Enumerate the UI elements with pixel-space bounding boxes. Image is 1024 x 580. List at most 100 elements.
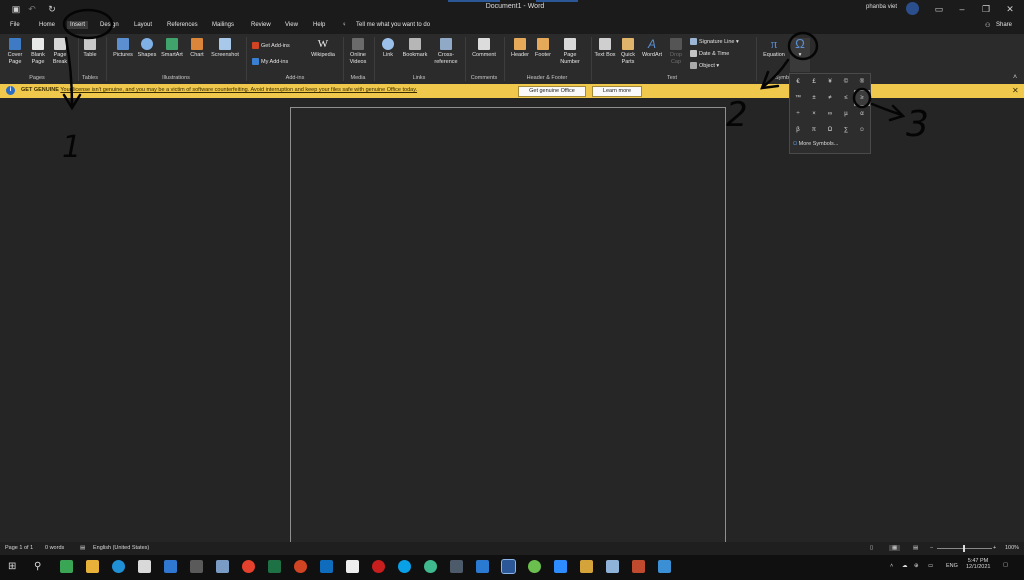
undo-icon[interactable]: ↶ <box>27 4 37 14</box>
tab-references[interactable]: References <box>167 22 198 28</box>
symbol-alpha[interactable]: α <box>855 107 869 121</box>
word-count[interactable]: 0 words <box>45 545 64 551</box>
tab-insert[interactable]: Insert <box>67 21 89 29</box>
page-number-button[interactable]: Page Number <box>555 38 585 66</box>
app-icon[interactable] <box>658 560 671 573</box>
ribbon-display-icon[interactable]: ▭ <box>929 2 949 16</box>
tab-mailings[interactable]: Mailings <box>212 22 234 28</box>
app-icon[interactable] <box>632 560 645 573</box>
symbol-beta[interactable]: β <box>791 123 805 137</box>
vscode-icon[interactable] <box>476 560 489 573</box>
symbol-micro[interactable]: µ <box>839 107 853 121</box>
user-name[interactable]: phanba viet <box>866 4 897 10</box>
app-icon[interactable] <box>190 560 203 573</box>
blank-page-button[interactable]: Blank Page <box>28 38 48 66</box>
footer-button[interactable]: Footer <box>532 38 554 59</box>
symbol-trademark[interactable]: ™ <box>791 91 805 105</box>
shapes-button[interactable]: Shapes <box>136 38 158 59</box>
equation-button[interactable]: π Equation <box>760 37 788 59</box>
drop-cap-button[interactable]: Drop Cap <box>666 38 686 66</box>
symbol-smiley[interactable]: ☺ <box>855 123 869 137</box>
page-break-button[interactable]: Page Break <box>50 38 70 66</box>
symbol-registered[interactable]: ® <box>855 75 869 89</box>
record-icon[interactable] <box>372 560 385 573</box>
tab-review[interactable]: Review <box>251 22 271 28</box>
object-button[interactable]: Object ▾ <box>690 62 719 69</box>
app-icon[interactable] <box>580 560 593 573</box>
symbol-divide[interactable]: ÷ <box>791 107 805 121</box>
banner-message[interactable]: Your license isn't genuine, and you may … <box>60 87 417 93</box>
cross-reference-button[interactable]: Cross-reference <box>431 38 461 66</box>
excel-icon[interactable] <box>268 560 281 573</box>
tray-overflow-icon[interactable]: ˄ <box>890 563 893 569</box>
read-mode-icon[interactable]: ▯ <box>870 545 873 551</box>
web-layout-icon[interactable]: ▤ <box>913 545 918 551</box>
comment-button[interactable]: Comment <box>468 38 500 59</box>
close-button[interactable]: ✕ <box>1000 2 1020 16</box>
quick-parts-button[interactable]: Quick Parts <box>617 38 639 66</box>
minimize-button[interactable]: – <box>952 2 972 16</box>
learn-more-button[interactable]: Learn more <box>592 86 642 97</box>
wordart-button[interactable]: A WordArt <box>639 38 665 59</box>
zoom-icon[interactable] <box>554 560 567 573</box>
powerpoint-icon[interactable] <box>294 560 307 573</box>
start-icon[interactable]: ⊞ <box>8 561 16 572</box>
input-language[interactable]: ENG <box>946 563 958 569</box>
edge-icon[interactable] <box>112 560 125 573</box>
app-icon[interactable] <box>346 560 359 573</box>
my-addins-button[interactable]: My Add-ins <box>252 58 288 65</box>
save-icon[interactable]: ▣ <box>11 4 21 14</box>
zoom-slider-thumb[interactable] <box>963 545 965 552</box>
search-icon[interactable]: ⚲ <box>34 561 41 572</box>
tab-view[interactable]: View <box>285 22 298 28</box>
signature-line-button[interactable]: Signature Line ▾ <box>690 38 739 45</box>
restore-button[interactable]: ❐ <box>976 2 996 16</box>
tab-home[interactable]: Home <box>39 22 55 28</box>
wikipedia-button[interactable]: W Wikipedia <box>306 38 340 59</box>
symbol-pi[interactable]: π <box>807 123 821 137</box>
symbol-pound[interactable]: £ <box>807 75 821 89</box>
zoom-level[interactable]: 100% <box>1005 545 1019 551</box>
link-button[interactable]: Link <box>378 38 398 59</box>
word-icon[interactable] <box>501 559 516 574</box>
cover-page-button[interactable]: Cover Page <box>4 38 26 66</box>
file-explorer-icon[interactable] <box>86 560 99 573</box>
symbol-infinity[interactable]: ∞ <box>823 107 837 121</box>
symbol-less-equal[interactable]: ≤ <box>839 91 853 105</box>
network-icon[interactable]: ⊕ <box>914 563 919 569</box>
close-icon[interactable]: ✕ <box>1012 86 1019 95</box>
mail-icon[interactable] <box>164 560 177 573</box>
symbol-button[interactable]: Ω ▾ <box>790 37 810 72</box>
language-status[interactable]: English (United States) <box>93 545 149 551</box>
get-genuine-office-button[interactable]: Get genuine Office <box>518 86 586 97</box>
app-icon[interactable] <box>60 560 73 573</box>
app-icon[interactable] <box>606 560 619 573</box>
smartart-button[interactable]: SmartArt <box>158 38 186 59</box>
symbol-plus-minus[interactable]: ± <box>807 91 821 105</box>
symbol-yen[interactable]: ¥ <box>823 75 837 89</box>
page-count[interactable]: Page 1 of 1 <box>5 545 33 551</box>
date-time-button[interactable]: Date & Time <box>690 50 729 57</box>
symbol-sum[interactable]: ∑ <box>839 123 853 137</box>
more-symbols-button[interactable]: Ω More Symbols... <box>793 141 838 147</box>
outlook-icon[interactable] <box>320 560 333 573</box>
collapse-ribbon-icon[interactable]: ˄ <box>1013 74 1017 81</box>
symbol-not-equal[interactable]: ≠ <box>823 91 837 105</box>
get-addins-button[interactable]: Get Add-ins <box>252 42 290 49</box>
symbol-euro[interactable]: € <box>791 75 805 89</box>
tab-file[interactable]: File <box>10 22 20 28</box>
chart-button[interactable]: Chart <box>187 38 207 59</box>
skype-icon[interactable] <box>398 560 411 573</box>
screenshot-button[interactable]: Screenshot <box>208 38 242 59</box>
online-videos-button[interactable]: Online Videos <box>346 38 370 66</box>
app-icon[interactable] <box>424 560 437 573</box>
tab-design[interactable]: Design <box>100 22 119 28</box>
tell-me-search[interactable]: Tell me what you want to do <box>356 22 430 28</box>
chrome-icon[interactable] <box>242 560 255 573</box>
tab-layout[interactable]: Layout <box>134 22 152 28</box>
header-button[interactable]: Header <box>508 38 532 59</box>
symbol-omega[interactable]: Ω <box>823 123 837 137</box>
zoom-out-button[interactable]: − <box>930 545 933 551</box>
symbol-greater-equal[interactable]: ≥ <box>854 90 870 106</box>
pictures-button[interactable]: Pictures <box>110 38 136 59</box>
